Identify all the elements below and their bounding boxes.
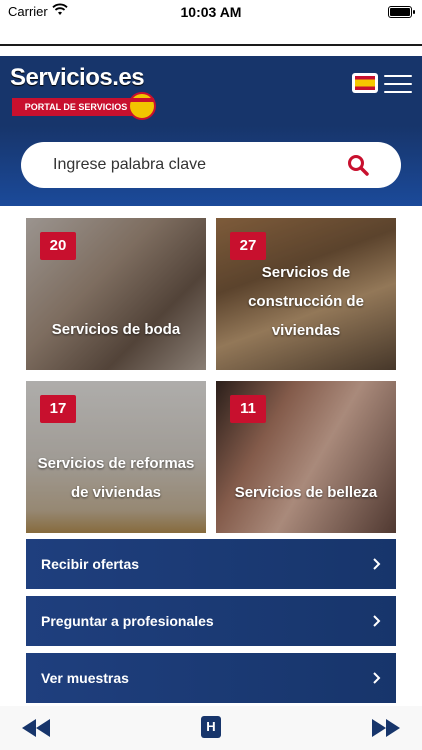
category-count-badge: 11 (230, 395, 266, 423)
category-label: Servicios de boda (51, 321, 181, 338)
language-button[interactable] (352, 73, 378, 93)
chevron-right-icon (373, 558, 381, 570)
clock: 10:03 AM (180, 4, 242, 20)
bottom-toolbar: H (0, 706, 422, 750)
home-button[interactable]: H (201, 716, 221, 738)
menu-item-preguntar[interactable]: Preguntar a profesionales (26, 596, 396, 646)
category-label: Servicios de construcción de viviendas (248, 264, 364, 339)
search-bar (21, 142, 401, 188)
status-bar: Carrier 10:03 AM (0, 0, 422, 24)
menu-item-label: Ver muestras (41, 670, 129, 686)
search-input[interactable] (53, 142, 353, 188)
category-tile-reformas[interactable]: 17 Servicios de reformas de viviendas (26, 381, 206, 533)
menu-item-label: Recibir ofertas (41, 556, 140, 572)
fast-forward-icon[interactable] (370, 718, 402, 738)
menu-item-ver-muestras[interactable]: Ver muestras (26, 653, 396, 703)
search-section (0, 126, 422, 206)
category-tile-construccion[interactable]: 27 Servicios de construcción de vivienda… (216, 218, 396, 370)
search-icon[interactable] (347, 154, 369, 176)
site-logo[interactable]: Servicios.es PORTAL DE SERVICIOS (10, 64, 160, 155)
chevron-right-icon (373, 672, 381, 684)
category-count-badge: 27 (230, 232, 266, 260)
category-tile-boda[interactable]: 20 Servicios de boda (26, 218, 206, 370)
divider (0, 44, 422, 46)
spain-badge-icon (128, 92, 156, 155)
chevron-right-icon (373, 615, 381, 627)
menu-item-label: Preguntar a profesionales (41, 613, 214, 629)
category-label: Servicios de reformas de viviendas (37, 455, 195, 501)
menu-item-recibir-ofertas[interactable]: Recibir ofertas (26, 539, 396, 589)
spain-flag-icon (355, 76, 375, 90)
category-label: Servicios de belleza (234, 484, 378, 501)
category-tile-belleza[interactable]: 11 Servicios de belleza (216, 381, 396, 533)
app-header: Servicios.es PORTAL DE SERVICIOS (0, 56, 422, 155)
category-count-badge: 20 (40, 232, 76, 260)
battery-icon (388, 6, 415, 18)
hamburger-menu-icon[interactable] (384, 75, 412, 93)
logo-subtitle: PORTAL DE SERVICIOS (12, 98, 140, 116)
category-count-badge: 17 (40, 395, 76, 423)
logo-title: Servicios.es (10, 64, 145, 91)
rewind-back-icon[interactable] (20, 718, 52, 738)
